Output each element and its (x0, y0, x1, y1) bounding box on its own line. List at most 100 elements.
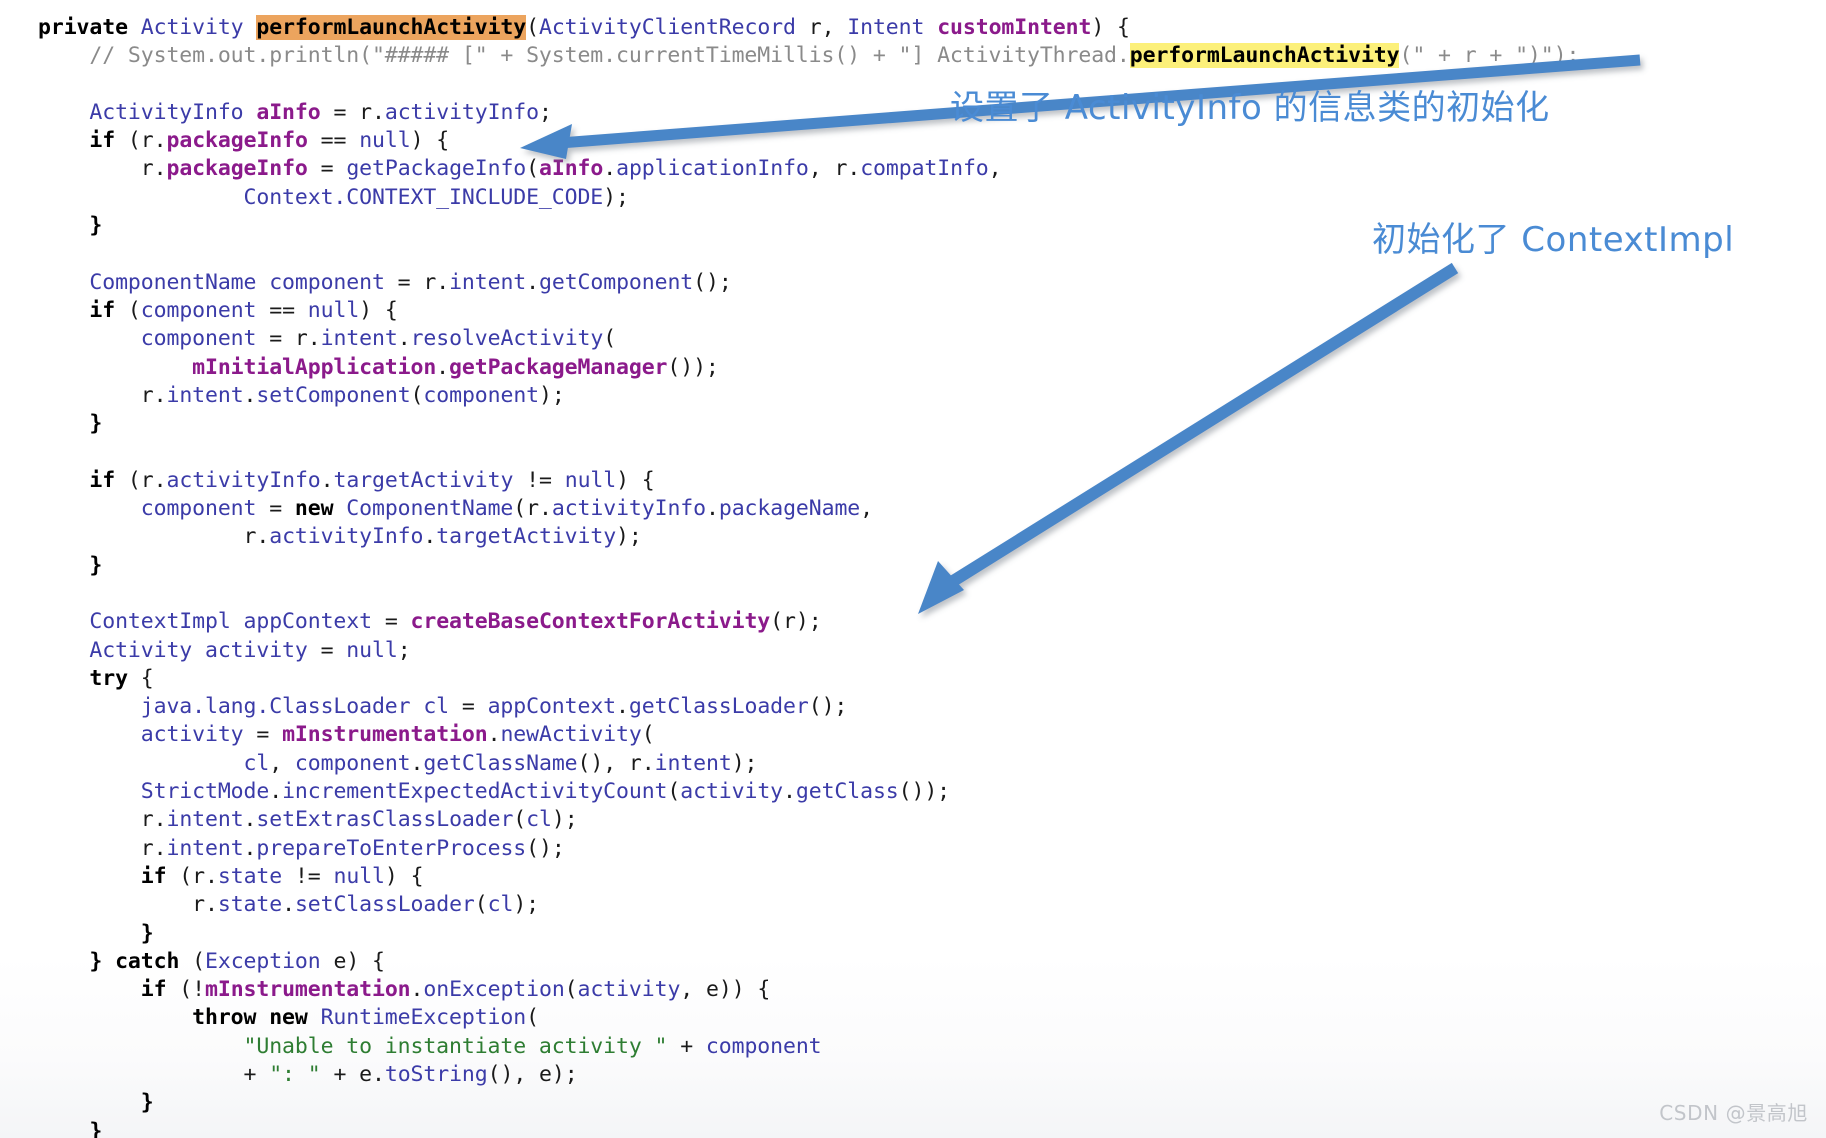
code-token: . (243, 807, 257, 833)
code-token: cl (487, 892, 514, 918)
code-token: component (294, 750, 411, 776)
code-token: . (410, 750, 424, 776)
code-token: getComponent (539, 269, 694, 295)
code-token: e (706, 977, 719, 1003)
code-token: r (192, 863, 206, 889)
code-token: component (269, 269, 385, 295)
code-token: = (307, 156, 347, 182)
code-token: Context.CONTEXT_INCLUDE_CODE (38, 184, 604, 210)
code-token: resolveActivity (410, 326, 604, 352)
code-token: e (539, 1061, 552, 1087)
code-token: Activity (38, 637, 205, 663)
code-token: (" + r + ")"); (1399, 43, 1580, 69)
code-token: ) { (346, 948, 385, 974)
code-token: activity (204, 637, 308, 663)
code-token: if (38, 297, 128, 323)
code-token: state (217, 863, 283, 889)
code-token: ) { (410, 128, 450, 154)
code-token: ) { (384, 863, 424, 889)
code-token: e (359, 1061, 372, 1087)
code-token: . (783, 779, 796, 805)
code-token: StrictMode (38, 779, 270, 805)
code-line: activity = mInstrumentation.newActivity( (0, 721, 1826, 749)
code-line: } (0, 1089, 1826, 1117)
code-token: (! (179, 977, 205, 1003)
code-token: prepareToEnterProcess (256, 835, 527, 861)
code-token: activity (38, 722, 244, 748)
code-token: (); (693, 269, 732, 295)
code-line: } (0, 920, 1826, 948)
code-token: . (436, 354, 450, 380)
code-token: "Unable to instantiate activity " (38, 1033, 668, 1059)
code-token: r (834, 156, 848, 182)
code-token: null (307, 297, 360, 323)
code-token: mInitialApplication (38, 354, 437, 380)
csdn-watermark: CSDN @景高旭 (1659, 1101, 1808, 1125)
code-token: onException (423, 977, 565, 1003)
code-token: == (256, 297, 308, 323)
code-token: } (38, 411, 103, 437)
code-token: activityInfo (269, 524, 424, 550)
code-token: intent (166, 807, 244, 833)
code-token: r (140, 128, 154, 154)
code-token: intent (166, 835, 244, 861)
code-token: = (320, 99, 360, 125)
code-token: component (423, 382, 540, 408)
code-line: r.activityInfo.targetActivity); (0, 523, 1826, 551)
code-token: . (641, 750, 655, 776)
code-token: . (397, 326, 411, 352)
code-token: = (384, 269, 424, 295)
code-token: null (333, 863, 385, 889)
code-token: cl (38, 750, 270, 776)
code-token: ( (192, 948, 205, 974)
code-token: r (38, 382, 154, 408)
code-token: r (808, 15, 822, 40)
code-token: ( (770, 609, 784, 635)
code-token: setExtrasClassLoader (256, 807, 514, 833)
code-token: ( (564, 977, 578, 1003)
code-token: getPackageManager (449, 354, 668, 380)
code-line: Context.CONTEXT_INCLUDE_CODE); (0, 184, 1826, 212)
code-token: . (320, 467, 334, 493)
code-token: activityInfo (384, 99, 539, 125)
code-line: ActivityInfo aInfo = r.activityInfo; (0, 99, 1826, 127)
code-token: state (217, 892, 283, 918)
code-token: . (205, 863, 218, 889)
code-token: try (38, 665, 141, 691)
code-token: . (372, 1061, 385, 1087)
code-token: ( (513, 496, 527, 522)
code-token: . (372, 99, 385, 125)
code-token: } (38, 920, 154, 946)
code-token: aInfo (256, 99, 321, 125)
code-line: } (0, 552, 1826, 580)
code-token: . (423, 524, 437, 550)
code-token: == (307, 128, 360, 154)
code-line: // System.out.println("##### [" + System… (0, 42, 1826, 70)
code-token: r (423, 269, 437, 295)
code-token: getPackageInfo (346, 156, 527, 182)
code-line: r.intent.prepareToEnterProcess(); (0, 835, 1826, 863)
code-token: . (526, 269, 540, 295)
code-line: ContextImpl appContext = createBaseConte… (0, 608, 1826, 636)
source-code-block[interactable]: private Activity performLaunchActivity(A… (0, 0, 1826, 1138)
code-token: component (705, 1033, 822, 1059)
code-line: cl, component.getClassName(), r.intent); (0, 750, 1826, 778)
code-line: component = new ComponentName(r.activity… (0, 495, 1826, 523)
code-token: intent (166, 382, 244, 408)
code-token: . (153, 807, 167, 833)
code-token: appContext (487, 694, 617, 720)
code-token: ( (641, 722, 655, 748)
code-token: aInfo (539, 156, 604, 182)
code-token: customIntent (937, 15, 1092, 40)
code-line: + ": " + e.toString(), e); (0, 1061, 1826, 1089)
code-token: activity (577, 977, 681, 1003)
code-token: Exception (205, 948, 334, 974)
code-token: private (38, 15, 141, 40)
code-token: ( (127, 128, 141, 154)
code-line: if (!mInstrumentation.onException(activi… (0, 976, 1826, 1004)
code-token: . (153, 128, 167, 154)
code-token: if (38, 977, 180, 1003)
code-token: r (140, 467, 154, 493)
